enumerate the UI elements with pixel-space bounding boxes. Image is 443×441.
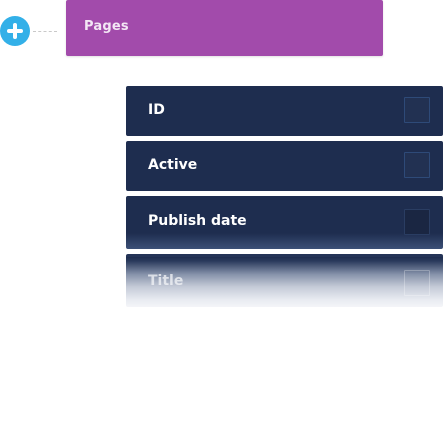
- field-checkbox[interactable]: [404, 209, 430, 235]
- field-checkbox[interactable]: [404, 270, 430, 296]
- table-header-pages[interactable]: Pages: [66, 0, 383, 56]
- field-label: ID: [148, 102, 165, 118]
- field-row-publish-date[interactable]: Publish date: [126, 196, 443, 249]
- field-row-active[interactable]: Active: [126, 141, 443, 191]
- field-row-title[interactable]: Title: [126, 254, 443, 307]
- connector-line: [33, 31, 57, 32]
- field-label: Publish date: [148, 213, 247, 229]
- field-label: Active: [148, 157, 198, 173]
- table-editor: Pages ID Active Publish date Title: [0, 0, 443, 441]
- add-field-button[interactable]: [0, 16, 30, 46]
- field-label: Title: [148, 273, 184, 289]
- field-checkbox[interactable]: [404, 97, 430, 123]
- field-checkbox[interactable]: [404, 152, 430, 178]
- field-row-id[interactable]: ID: [126, 86, 443, 136]
- table-title: Pages: [84, 19, 129, 34]
